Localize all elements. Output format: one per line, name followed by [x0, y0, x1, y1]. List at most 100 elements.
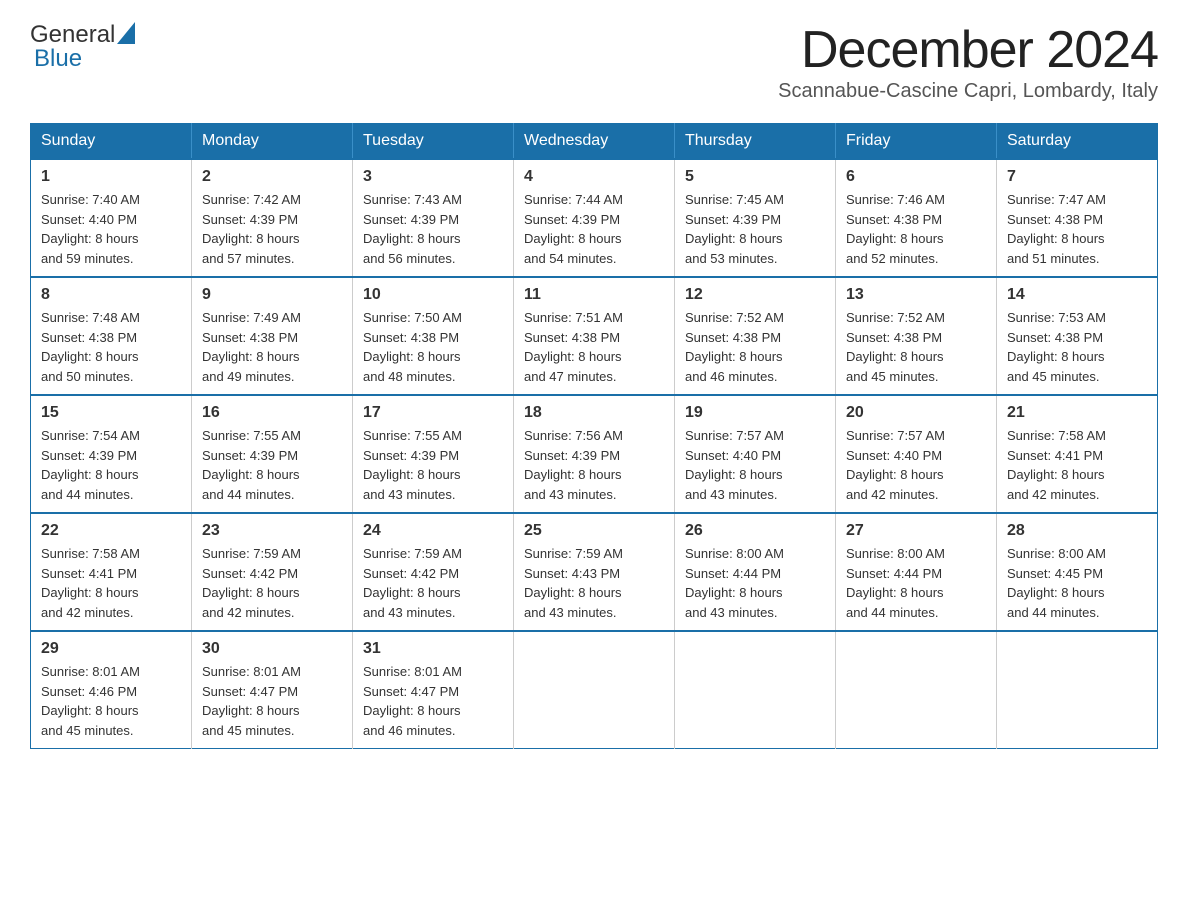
weekday-header-row: SundayMondayTuesdayWednesdayThursdayFrid…	[31, 124, 1158, 160]
day-number: 9	[202, 286, 342, 304]
day-info: Sunrise: 8:00 AM Sunset: 4:45 PM Dayligh…	[1007, 544, 1147, 622]
day-cell-27: 27 Sunrise: 8:00 AM Sunset: 4:44 PM Dayl…	[836, 513, 997, 631]
month-title: December 2024	[778, 20, 1158, 80]
empty-cell	[514, 631, 675, 749]
day-cell-26: 26 Sunrise: 8:00 AM Sunset: 4:44 PM Dayl…	[675, 513, 836, 631]
day-info: Sunrise: 7:55 AM Sunset: 4:39 PM Dayligh…	[363, 426, 503, 504]
day-info: Sunrise: 8:00 AM Sunset: 4:44 PM Dayligh…	[846, 544, 986, 622]
day-number: 18	[524, 404, 664, 422]
title-section: December 2024 Scannabue-Cascine Capri, L…	[778, 20, 1158, 103]
day-cell-17: 17 Sunrise: 7:55 AM Sunset: 4:39 PM Dayl…	[353, 395, 514, 513]
day-cell-3: 3 Sunrise: 7:43 AM Sunset: 4:39 PM Dayli…	[353, 159, 514, 277]
day-number: 2	[202, 168, 342, 186]
day-cell-30: 30 Sunrise: 8:01 AM Sunset: 4:47 PM Dayl…	[192, 631, 353, 749]
empty-cell	[836, 631, 997, 749]
day-cell-24: 24 Sunrise: 7:59 AM Sunset: 4:42 PM Dayl…	[353, 513, 514, 631]
week-row-2: 8 Sunrise: 7:48 AM Sunset: 4:38 PM Dayli…	[31, 277, 1158, 395]
day-cell-22: 22 Sunrise: 7:58 AM Sunset: 4:41 PM Dayl…	[31, 513, 192, 631]
day-info: Sunrise: 7:40 AM Sunset: 4:40 PM Dayligh…	[41, 190, 181, 268]
day-number: 10	[363, 286, 503, 304]
day-number: 8	[41, 286, 181, 304]
day-info: Sunrise: 7:51 AM Sunset: 4:38 PM Dayligh…	[524, 308, 664, 386]
day-cell-9: 9 Sunrise: 7:49 AM Sunset: 4:38 PM Dayli…	[192, 277, 353, 395]
day-info: Sunrise: 7:48 AM Sunset: 4:38 PM Dayligh…	[41, 308, 181, 386]
day-info: Sunrise: 7:53 AM Sunset: 4:38 PM Dayligh…	[1007, 308, 1147, 386]
day-number: 11	[524, 286, 664, 304]
day-number: 5	[685, 168, 825, 186]
empty-cell	[997, 631, 1158, 749]
day-number: 24	[363, 522, 503, 540]
day-number: 15	[41, 404, 181, 422]
day-cell-4: 4 Sunrise: 7:44 AM Sunset: 4:39 PM Dayli…	[514, 159, 675, 277]
day-info: Sunrise: 8:00 AM Sunset: 4:44 PM Dayligh…	[685, 544, 825, 622]
day-number: 30	[202, 640, 342, 658]
weekday-header-thursday: Thursday	[675, 124, 836, 160]
day-number: 4	[524, 168, 664, 186]
day-info: Sunrise: 7:46 AM Sunset: 4:38 PM Dayligh…	[846, 190, 986, 268]
day-cell-29: 29 Sunrise: 8:01 AM Sunset: 4:46 PM Dayl…	[31, 631, 192, 749]
day-number: 14	[1007, 286, 1147, 304]
day-cell-14: 14 Sunrise: 7:53 AM Sunset: 4:38 PM Dayl…	[997, 277, 1158, 395]
logo-blue-text: Blue	[34, 45, 82, 73]
day-number: 26	[685, 522, 825, 540]
day-number: 1	[41, 168, 181, 186]
day-number: 22	[41, 522, 181, 540]
day-cell-31: 31 Sunrise: 8:01 AM Sunset: 4:47 PM Dayl…	[353, 631, 514, 749]
day-info: Sunrise: 7:52 AM Sunset: 4:38 PM Dayligh…	[846, 308, 986, 386]
day-number: 7	[1007, 168, 1147, 186]
logo: General Blue	[30, 20, 135, 73]
page-header: General Blue December 2024 Scannabue-Cas…	[30, 20, 1158, 103]
day-info: Sunrise: 8:01 AM Sunset: 4:47 PM Dayligh…	[202, 662, 342, 740]
day-number: 6	[846, 168, 986, 186]
day-cell-21: 21 Sunrise: 7:58 AM Sunset: 4:41 PM Dayl…	[997, 395, 1158, 513]
day-number: 23	[202, 522, 342, 540]
day-cell-16: 16 Sunrise: 7:55 AM Sunset: 4:39 PM Dayl…	[192, 395, 353, 513]
calendar-table: SundayMondayTuesdayWednesdayThursdayFrid…	[30, 123, 1158, 749]
day-number: 21	[1007, 404, 1147, 422]
day-info: Sunrise: 7:55 AM Sunset: 4:39 PM Dayligh…	[202, 426, 342, 504]
day-cell-11: 11 Sunrise: 7:51 AM Sunset: 4:38 PM Dayl…	[514, 277, 675, 395]
day-number: 12	[685, 286, 825, 304]
day-number: 20	[846, 404, 986, 422]
day-cell-5: 5 Sunrise: 7:45 AM Sunset: 4:39 PM Dayli…	[675, 159, 836, 277]
day-info: Sunrise: 7:57 AM Sunset: 4:40 PM Dayligh…	[685, 426, 825, 504]
week-row-4: 22 Sunrise: 7:58 AM Sunset: 4:41 PM Dayl…	[31, 513, 1158, 631]
day-cell-18: 18 Sunrise: 7:56 AM Sunset: 4:39 PM Dayl…	[514, 395, 675, 513]
day-info: Sunrise: 7:59 AM Sunset: 4:42 PM Dayligh…	[363, 544, 503, 622]
day-number: 31	[363, 640, 503, 658]
day-cell-2: 2 Sunrise: 7:42 AM Sunset: 4:39 PM Dayli…	[192, 159, 353, 277]
day-number: 29	[41, 640, 181, 658]
day-number: 25	[524, 522, 664, 540]
day-cell-13: 13 Sunrise: 7:52 AM Sunset: 4:38 PM Dayl…	[836, 277, 997, 395]
day-cell-20: 20 Sunrise: 7:57 AM Sunset: 4:40 PM Dayl…	[836, 395, 997, 513]
day-info: Sunrise: 7:58 AM Sunset: 4:41 PM Dayligh…	[41, 544, 181, 622]
day-info: Sunrise: 7:47 AM Sunset: 4:38 PM Dayligh…	[1007, 190, 1147, 268]
logo-triangle-icon	[117, 22, 135, 44]
weekday-header-sunday: Sunday	[31, 124, 192, 160]
day-number: 3	[363, 168, 503, 186]
day-info: Sunrise: 7:49 AM Sunset: 4:38 PM Dayligh…	[202, 308, 342, 386]
day-cell-23: 23 Sunrise: 7:59 AM Sunset: 4:42 PM Dayl…	[192, 513, 353, 631]
weekday-header-wednesday: Wednesday	[514, 124, 675, 160]
day-info: Sunrise: 7:44 AM Sunset: 4:39 PM Dayligh…	[524, 190, 664, 268]
day-cell-12: 12 Sunrise: 7:52 AM Sunset: 4:38 PM Dayl…	[675, 277, 836, 395]
day-cell-1: 1 Sunrise: 7:40 AM Sunset: 4:40 PM Dayli…	[31, 159, 192, 277]
day-cell-15: 15 Sunrise: 7:54 AM Sunset: 4:39 PM Dayl…	[31, 395, 192, 513]
week-row-1: 1 Sunrise: 7:40 AM Sunset: 4:40 PM Dayli…	[31, 159, 1158, 277]
day-number: 19	[685, 404, 825, 422]
day-info: Sunrise: 8:01 AM Sunset: 4:46 PM Dayligh…	[41, 662, 181, 740]
day-info: Sunrise: 8:01 AM Sunset: 4:47 PM Dayligh…	[363, 662, 503, 740]
day-info: Sunrise: 7:56 AM Sunset: 4:39 PM Dayligh…	[524, 426, 664, 504]
weekday-header-tuesday: Tuesday	[353, 124, 514, 160]
day-cell-28: 28 Sunrise: 8:00 AM Sunset: 4:45 PM Dayl…	[997, 513, 1158, 631]
day-number: 16	[202, 404, 342, 422]
day-info: Sunrise: 7:42 AM Sunset: 4:39 PM Dayligh…	[202, 190, 342, 268]
day-cell-7: 7 Sunrise: 7:47 AM Sunset: 4:38 PM Dayli…	[997, 159, 1158, 277]
day-number: 17	[363, 404, 503, 422]
day-cell-8: 8 Sunrise: 7:48 AM Sunset: 4:38 PM Dayli…	[31, 277, 192, 395]
day-info: Sunrise: 7:45 AM Sunset: 4:39 PM Dayligh…	[685, 190, 825, 268]
week-row-5: 29 Sunrise: 8:01 AM Sunset: 4:46 PM Dayl…	[31, 631, 1158, 749]
week-row-3: 15 Sunrise: 7:54 AM Sunset: 4:39 PM Dayl…	[31, 395, 1158, 513]
day-info: Sunrise: 7:54 AM Sunset: 4:39 PM Dayligh…	[41, 426, 181, 504]
day-info: Sunrise: 7:58 AM Sunset: 4:41 PM Dayligh…	[1007, 426, 1147, 504]
